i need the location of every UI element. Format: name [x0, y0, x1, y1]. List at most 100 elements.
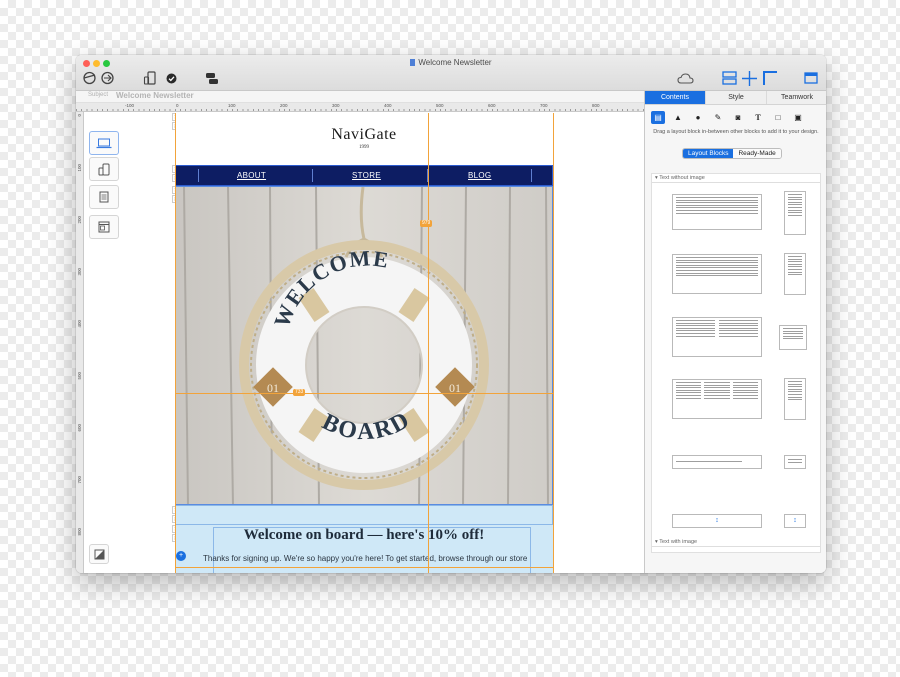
section-label: Text with image [659, 539, 698, 545]
text-tool-icon[interactable]: T [751, 111, 765, 124]
ruler-corner-icon[interactable] [762, 70, 778, 86]
layout-block-thumb[interactable] [784, 253, 806, 295]
layout-blocks-tool-icon[interactable]: ▤ [651, 111, 665, 124]
pen-icon[interactable]: ✎ [711, 111, 725, 124]
tab-contents[interactable]: Contents [645, 91, 705, 104]
ruler-tick: 600 [77, 424, 82, 432]
segment-layout-blocks[interactable]: Layout Blocks [683, 149, 734, 158]
ruler-tick: 400 [384, 103, 392, 108]
browser-view-button[interactable] [89, 215, 119, 239]
logo-year: 1999 [359, 145, 369, 150]
guide-line-horizontal[interactable] [175, 393, 554, 394]
navigation-bar: ABOUT STORE BLOG [175, 165, 553, 186]
email-document: NaviGate 1999 ABOUT STORE BLOG WELCOME B… [175, 113, 553, 573]
section-header[interactable]: ▾ Text with image [652, 538, 820, 547]
layout-block-thumb[interactable] [784, 378, 806, 420]
mobile-view-button[interactable] [89, 157, 119, 181]
send-test-icon[interactable] [99, 70, 115, 86]
checkmark-icon[interactable] [164, 70, 178, 86]
ruler-tick: 400 [77, 320, 82, 328]
cloud-icon[interactable] [676, 70, 694, 86]
add-block-button[interactable]: + [176, 551, 186, 561]
blocks-list: ▾ Text without image ↕ ↕ ▾ Text with ima… [651, 173, 821, 553]
tab-style[interactable]: Style [705, 91, 766, 104]
nav-link-blog[interactable]: BLOG [468, 171, 491, 180]
layout-block-thumb[interactable] [779, 325, 807, 350]
layout-block-thumb[interactable] [672, 317, 762, 357]
guides-cross-icon[interactable] [741, 70, 757, 86]
welcome-headline[interactable]: Welcome on board — here's 10% off! [175, 527, 553, 544]
subject-label: Subject [88, 92, 109, 98]
horizontal-ruler: -100 0 100 200 300 400 500 600 700 800 [76, 103, 644, 112]
welcome-body-text[interactable]: Thanks for signing up. We're so happy yo… [203, 554, 527, 563]
mobile-icon [98, 163, 110, 175]
box-tool-icon[interactable]: □ [771, 111, 785, 124]
nav-link-store[interactable]: STORE [352, 171, 381, 180]
ruler-tick: 800 [592, 103, 600, 108]
desktop-view-button[interactable] [89, 131, 119, 155]
guide-line-horizontal[interactable] [175, 567, 554, 568]
layout-block-thumb[interactable] [672, 254, 762, 294]
app-window: Welcome Newsletter Subject Welcome Newsl… [76, 55, 826, 573]
sidebar-toggle-icon[interactable] [803, 70, 819, 86]
lifebuoy-photo: WELCOME BOARD 01 01 [176, 187, 552, 504]
section-label: Text without image [659, 175, 705, 181]
window-title: Welcome Newsletter [418, 58, 492, 67]
triangle-shapes-icon[interactable]: ▲ [671, 111, 685, 124]
element-toolbar: ▤ ▲ ● ✎ ◙ T □ ▣ [651, 111, 821, 125]
guide-line-vertical[interactable] [553, 113, 554, 573]
ruler-tick: 0 [77, 114, 82, 117]
nav-divider [198, 169, 199, 182]
layout-block-thumb[interactable] [672, 455, 762, 469]
ruler-tick: 200 [280, 103, 288, 108]
guide-height-badge: 733 [293, 389, 306, 396]
window-title-wrap: Welcome Newsletter [76, 58, 826, 67]
layout-grid-icon[interactable] [721, 70, 737, 86]
ruler-tick: 500 [436, 103, 444, 108]
background-icon [94, 549, 104, 559]
logo-name: NaviGate [331, 126, 397, 143]
spacer-block-thumb[interactable]: ↕ [784, 514, 806, 528]
layout-block-thumb[interactable] [672, 379, 762, 419]
layout-block-thumb[interactable] [784, 191, 806, 235]
title-bar: Welcome Newsletter [76, 55, 826, 91]
panel-tabs: Contents Style Teamwork [645, 91, 826, 105]
subject-bar: Subject Welcome Newsletter [76, 91, 644, 103]
ruler-tick: 300 [332, 103, 340, 108]
segment-ready-made[interactable]: Ready-Made [733, 149, 781, 158]
section-header[interactable]: ▾ Text without image [652, 174, 820, 183]
preview-icon[interactable] [81, 70, 97, 86]
image-tool-icon[interactable]: ▣ [791, 111, 805, 124]
subject-input[interactable]: Welcome Newsletter [116, 91, 194, 100]
welcome-text-block[interactable]: Welcome on board — here's 10% off! Thank… [175, 505, 553, 573]
circle-elements-icon[interactable]: ● [691, 111, 705, 124]
document-icon [410, 59, 416, 66]
text-view-button[interactable] [89, 185, 119, 209]
background-settings-button[interactable] [89, 544, 109, 564]
layout-block-thumb[interactable] [784, 455, 806, 469]
document-text-icon [99, 191, 109, 203]
ruler-tick: 700 [540, 103, 548, 108]
share-icon[interactable] [204, 70, 220, 86]
devices-icon[interactable] [142, 70, 158, 86]
ruler-tick: 100 [228, 103, 236, 108]
design-canvas[interactable]: × ≡ × ≡ × ≡ × ≡ × ≡ NaviGate 1999 ABOUT … [84, 112, 644, 573]
ruler-tick: 600 [488, 103, 496, 108]
nav-divider [531, 169, 532, 182]
guide-line-vertical[interactable] [175, 113, 176, 573]
ruler-tick: -100 [125, 103, 135, 108]
vertical-ruler: 0 100 200 300 400 500 600 700 800 [76, 112, 84, 573]
ruler-tick: 0 [176, 103, 179, 108]
hero-image[interactable]: WELCOME BOARD 01 01 [175, 186, 553, 505]
ruler-tick: 300 [77, 268, 82, 276]
laptop-icon [96, 138, 112, 148]
spacer-block-thumb[interactable]: ↕ [672, 514, 762, 528]
layout-block-thumb[interactable] [672, 194, 762, 230]
media-icon[interactable]: ◙ [731, 111, 745, 124]
tab-teamwork[interactable]: Teamwork [766, 91, 826, 104]
guide-width-badge: 979 [420, 220, 433, 227]
window-icon [98, 221, 110, 233]
block-type-segmented-control: Layout Blocks Ready-Made [682, 148, 782, 159]
guide-line-vertical[interactable] [428, 113, 429, 573]
nav-link-about[interactable]: ABOUT [237, 171, 266, 180]
